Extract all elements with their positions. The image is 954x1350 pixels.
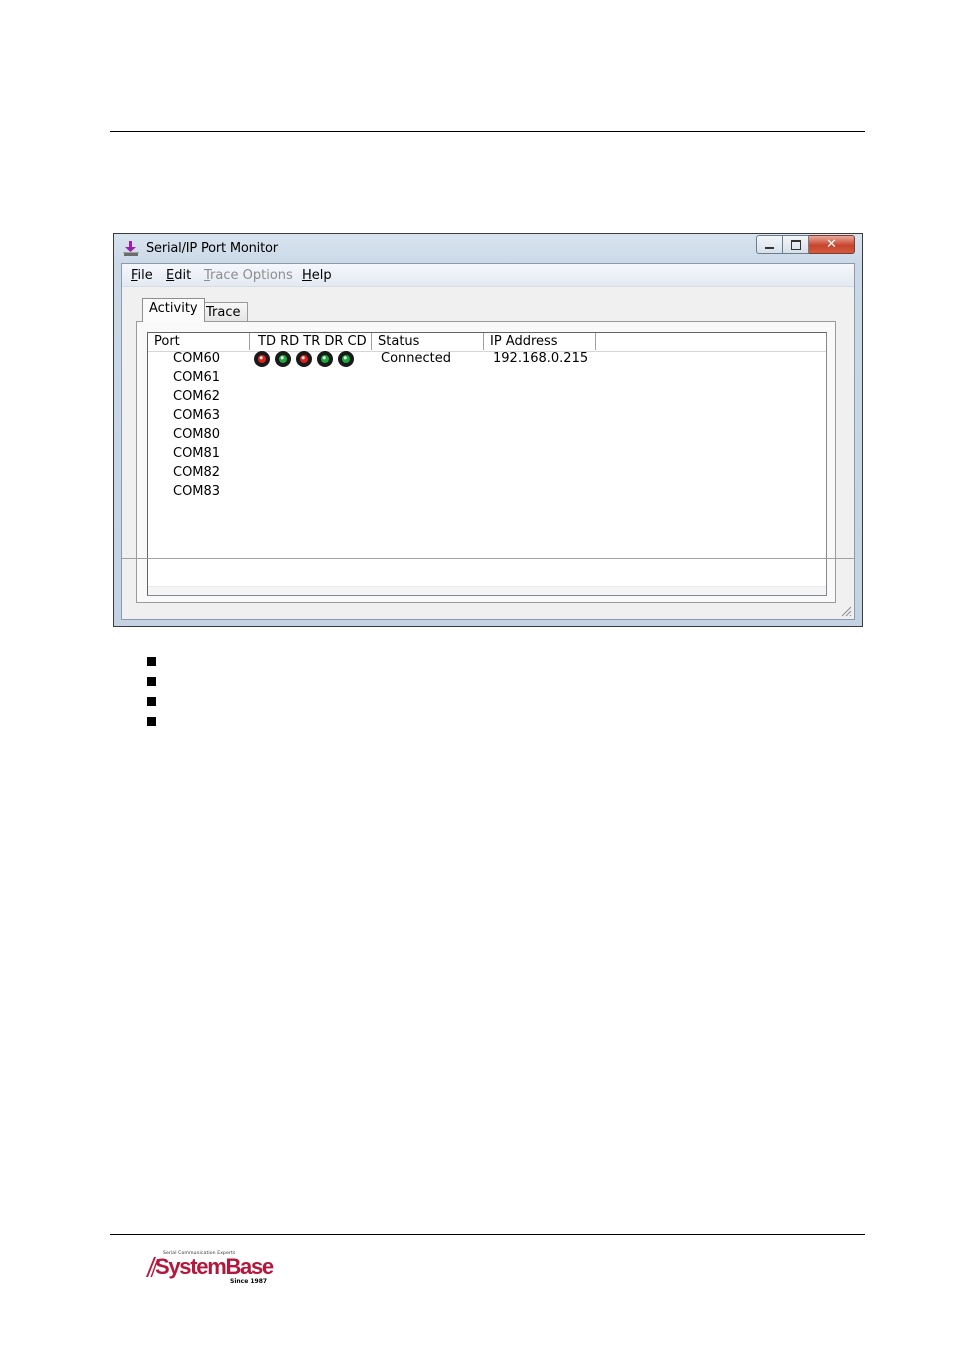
table-row[interactable]: COM60 Connected 192.168.0.215 xyxy=(148,350,826,369)
table-row[interactable]: COM83 xyxy=(148,483,826,502)
menu-edit[interactable]: Edit xyxy=(166,268,191,283)
bullet-square-icon xyxy=(147,677,156,686)
menu-trace-options[interactable]: Trace Options xyxy=(204,268,293,283)
tab-trace[interactable]: Trace xyxy=(199,302,248,323)
bullet-square-icon xyxy=(147,697,156,706)
bullet-square-icon xyxy=(147,657,156,666)
port-cell: COM63 xyxy=(173,408,221,423)
tab-activity[interactable]: Activity xyxy=(142,298,205,322)
port-cell: COM81 xyxy=(173,446,221,461)
window-title: Serial/IP Port Monitor xyxy=(146,241,278,256)
column-header-status[interactable]: Status xyxy=(372,333,484,350)
column-header-ip[interactable]: IP Address xyxy=(484,333,596,350)
table-row[interactable]: COM61 xyxy=(148,369,826,388)
header-rule xyxy=(110,131,865,132)
column-header-port[interactable]: Port xyxy=(148,333,250,350)
app-download-icon xyxy=(123,241,139,256)
menu-bar: File Edit Trace Options Help xyxy=(122,264,854,287)
minimize-icon xyxy=(765,246,774,249)
maximize-icon xyxy=(790,239,801,250)
minimize-button[interactable] xyxy=(756,235,783,254)
led-tr-icon xyxy=(296,351,312,367)
port-cell: COM80 xyxy=(173,427,221,442)
port-cell: COM60 xyxy=(173,351,221,366)
led-dr-icon xyxy=(317,351,333,367)
title-bar[interactable]: Serial/IP Port Monitor ✕ xyxy=(114,234,862,263)
port-cell: COM62 xyxy=(173,389,221,404)
led-td-icon xyxy=(254,351,270,367)
list-bottom-edge xyxy=(148,586,826,595)
bullet-square-icon xyxy=(147,717,156,726)
activity-panel: Port TD RD TR DR CD Status IP Address CO… xyxy=(136,321,836,603)
led-cd-icon xyxy=(338,351,354,367)
bullet-list xyxy=(147,657,156,737)
status-cell: Connected xyxy=(381,351,452,366)
menu-help[interactable]: Help xyxy=(302,268,332,283)
menu-file[interactable]: File xyxy=(131,268,153,283)
logo-since: Since 1987 xyxy=(230,1278,268,1285)
panel-separator xyxy=(122,558,854,559)
table-row[interactable]: COM63 xyxy=(148,407,826,426)
logo-name: SystemBase xyxy=(155,1254,274,1279)
column-header-signals[interactable]: TD RD TR DR CD xyxy=(250,333,372,350)
ip-cell: 192.168.0.215 xyxy=(493,351,589,366)
port-monitor-window: Serial/IP Port Monitor ✕ File Edit Trace… xyxy=(113,233,863,627)
table-row[interactable]: COM62 xyxy=(148,388,826,407)
close-icon: ✕ xyxy=(826,237,837,252)
port-cell: COM83 xyxy=(173,484,221,499)
caption-buttons: ✕ xyxy=(756,235,855,255)
led-rd-icon xyxy=(275,351,291,367)
signal-leds xyxy=(254,351,354,367)
resize-grip-icon[interactable] xyxy=(840,605,852,617)
port-list[interactable]: Port TD RD TR DR CD Status IP Address CO… xyxy=(147,332,827,596)
close-button[interactable]: ✕ xyxy=(809,235,855,254)
systembase-logo: Serial Communication Experts SystemBase … xyxy=(143,1251,274,1291)
port-cell: COM61 xyxy=(173,370,221,385)
footer-rule xyxy=(110,1234,865,1235)
table-row[interactable]: COM81 xyxy=(148,445,826,464)
table-row[interactable]: COM80 xyxy=(148,426,826,445)
table-row[interactable]: COM82 xyxy=(148,464,826,483)
maximize-button[interactable] xyxy=(783,235,809,254)
window-client-area: File Edit Trace Options Help Activity Tr… xyxy=(121,263,855,620)
port-cell: COM82 xyxy=(173,465,221,480)
